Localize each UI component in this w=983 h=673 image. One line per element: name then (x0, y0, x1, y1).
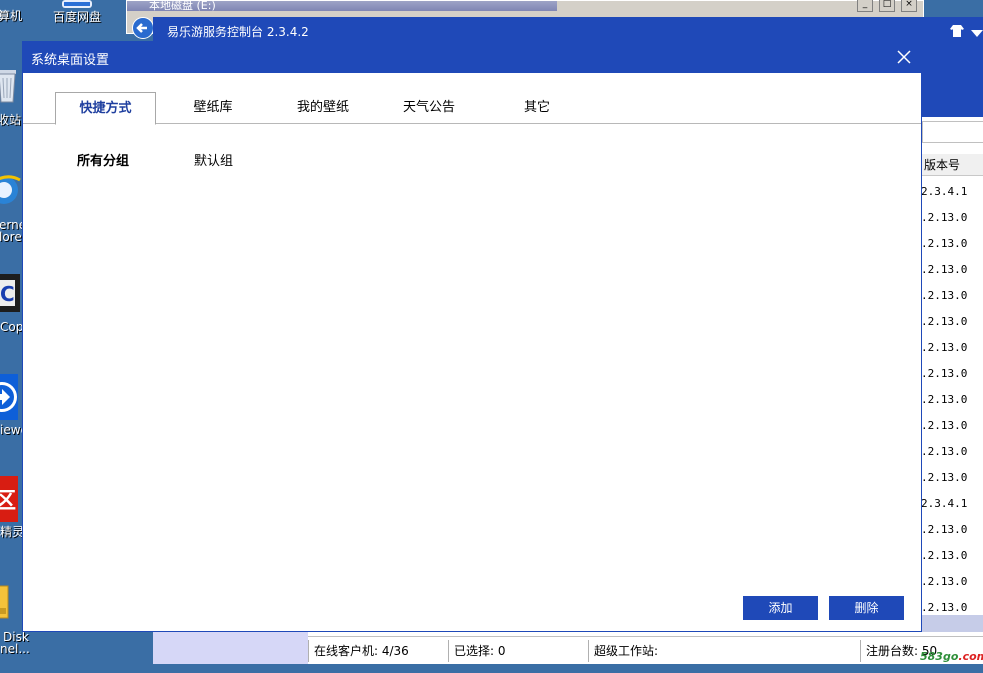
bottom-strip (153, 664, 983, 673)
svg-text:区: 区 (0, 489, 16, 514)
desktop-icon-label: 精灵 (0, 525, 25, 539)
table-row[interactable]: .2.13.0 (921, 309, 983, 335)
cloud-drive-icon (62, 0, 92, 8)
table-row[interactable]: .2.13.0 (921, 413, 983, 439)
tab-wallpaper-library[interactable]: 壁纸库 (171, 92, 255, 124)
dialog-tabs: 快捷方式 壁纸库 我的壁纸 天气公告 其它 (23, 92, 921, 125)
table-row[interactable]: .2.13.0 (921, 361, 983, 387)
table-row[interactable]: .2.13.0 (921, 231, 983, 257)
table-row[interactable]: .2.13.0 (921, 517, 983, 543)
desktop-icon-label: 百度网盘 (52, 10, 101, 24)
explorer-title: 本地磁盘 (E:) (149, 0, 216, 12)
maximize-button[interactable]: □ (879, 0, 895, 12)
table-row[interactable]: .2.13.0 (921, 257, 983, 283)
shirt-icon[interactable] (950, 25, 964, 40)
disk-panel-icon (0, 585, 9, 619)
explorer-titlebar: 本地磁盘 (E:) (127, 0, 557, 12)
watermark: 583go.com (920, 650, 983, 663)
desktop-icon-label-line2: nel... (0, 642, 30, 656)
group-label: 所有分组 (77, 154, 130, 169)
status-super-workstation: 超级工作站: (588, 640, 860, 662)
table-row[interactable]: 2.3.4.1 (921, 179, 983, 205)
desktop-icon-label: 算机 (0, 9, 23, 23)
table-row[interactable]: .2.13.0 (921, 283, 983, 309)
table-row[interactable]: .2.13.0 (921, 569, 983, 595)
grid-column-header-version[interactable]: 版本号 (921, 154, 983, 176)
svg-text:C: C (0, 282, 15, 306)
red-app-icon: 区 (0, 476, 18, 522)
group-item-default[interactable]: 默认组 (194, 150, 233, 169)
console-title: 易乐游服务控制台 2.3.4.2 (167, 25, 309, 39)
watermark-part1: 583go (920, 650, 959, 663)
close-window-button[interactable]: × (901, 0, 917, 12)
desktop-icon-label: 收站 (0, 113, 22, 127)
tab-weather-notice[interactable]: 天气公告 (387, 92, 471, 124)
recycle-bin-icon (0, 70, 16, 103)
tab-shortcuts[interactable]: 快捷方式 (55, 92, 156, 125)
close-icon[interactable] (893, 45, 915, 69)
console-search-input[interactable] (922, 121, 983, 143)
table-row[interactable]: .2.13.0 (921, 387, 983, 413)
desktop-settings-dialog: 系统桌面设置 快捷方式 壁纸库 我的壁纸 天气公告 其它 所有分组 默认组 添加… (22, 41, 922, 632)
copy-tool-icon: C (0, 274, 20, 312)
back-icon[interactable] (132, 17, 154, 39)
dropdown-arrow-icon[interactable] (971, 27, 983, 41)
table-row[interactable]: .2.13.0 (921, 465, 983, 491)
tab-my-wallpaper[interactable]: 我的壁纸 (281, 92, 365, 124)
status-selected: 已选择: 0 (448, 640, 588, 662)
status-bar: 在线客户机: 4/36 已选择: 0 超级工作站: 注册台数: 50 (308, 636, 983, 664)
status-online-clients: 在线客户机: 4/36 (308, 640, 448, 662)
table-row[interactable]: .2.13.0 (921, 205, 983, 231)
table-row[interactable]: .2.13.0 (921, 439, 983, 465)
table-row[interactable]: 2.3.4.1 (921, 491, 983, 517)
table-row[interactable]: .2.13.0 (921, 543, 983, 569)
table-row[interactable]: .2.13.0 (921, 335, 983, 361)
dialog-titlebar: 系统桌面设置 (23, 42, 921, 73)
horizontal-scrollbar[interactable] (921, 615, 983, 632)
dialog-title: 系统桌面设置 (31, 53, 110, 68)
internet-explorer-icon (0, 175, 21, 204)
tab-other[interactable]: 其它 (495, 92, 579, 124)
watermark-part2: .com (958, 650, 983, 663)
teamviewer-icon (0, 374, 18, 420)
minimize-button[interactable]: _ (857, 0, 873, 12)
delete-button[interactable]: 删除 (829, 596, 904, 620)
add-button[interactable]: 添加 (743, 596, 818, 620)
